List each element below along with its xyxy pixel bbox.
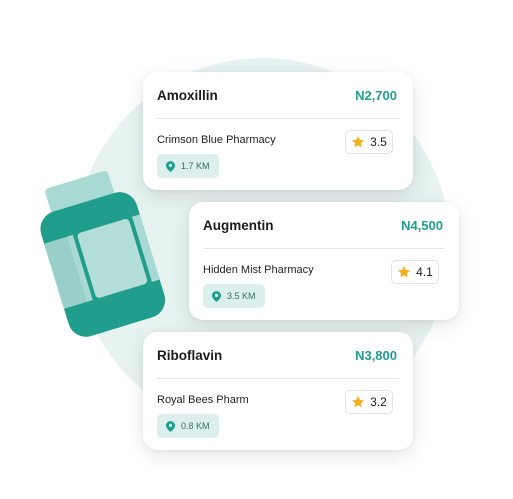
- pharmacy-name: Hidden Mist Pharmacy: [203, 264, 314, 276]
- pharmacy-name: Crimson Blue Pharmacy: [157, 134, 276, 146]
- star-icon: [352, 136, 365, 148]
- star-icon: [398, 266, 411, 278]
- distance-text: 3.5 KM: [227, 291, 256, 301]
- pharmacy-name: Royal Bees Pharm: [157, 394, 249, 406]
- rating-badge: 3.2: [345, 390, 393, 414]
- rating-value: 3.5: [370, 135, 387, 149]
- medicine-name: Amoxillin: [157, 88, 218, 103]
- medicine-price: N2,700: [355, 88, 397, 103]
- rating-value: 3.2: [370, 395, 387, 409]
- distance-text: 0.8 KM: [181, 421, 210, 431]
- distance-text: 1.7 KM: [181, 161, 210, 171]
- map-pin-icon: [166, 420, 175, 432]
- rating-value: 4.1: [416, 265, 433, 279]
- divider: [157, 118, 399, 119]
- map-pin-icon: [212, 290, 221, 302]
- medicine-card[interactable]: Amoxillin N2,700 Crimson Blue Pharmacy 1…: [143, 72, 413, 190]
- medicine-name: Riboflavin: [157, 348, 223, 363]
- medicine-price: N4,500: [401, 218, 443, 233]
- medicine-price: N3,800: [355, 348, 397, 363]
- medicine-card[interactable]: Augmentin N4,500 Hidden Mist Pharmacy 3.…: [189, 202, 459, 320]
- divider: [203, 248, 445, 249]
- distance-badge: 0.8 KM: [157, 414, 219, 438]
- rating-badge: 4.1: [391, 260, 439, 284]
- rating-badge: 3.5: [345, 130, 393, 154]
- medicine-bottle-icon: [40, 171, 166, 337]
- star-icon: [352, 396, 365, 408]
- medicine-card[interactable]: Riboflavin N3,800 Royal Bees Pharm 0.8 K…: [143, 332, 413, 450]
- map-pin-icon: [166, 160, 175, 172]
- distance-badge: 1.7 KM: [157, 154, 219, 178]
- medicine-name: Augmentin: [203, 218, 274, 233]
- divider: [157, 378, 399, 379]
- distance-badge: 3.5 KM: [203, 284, 265, 308]
